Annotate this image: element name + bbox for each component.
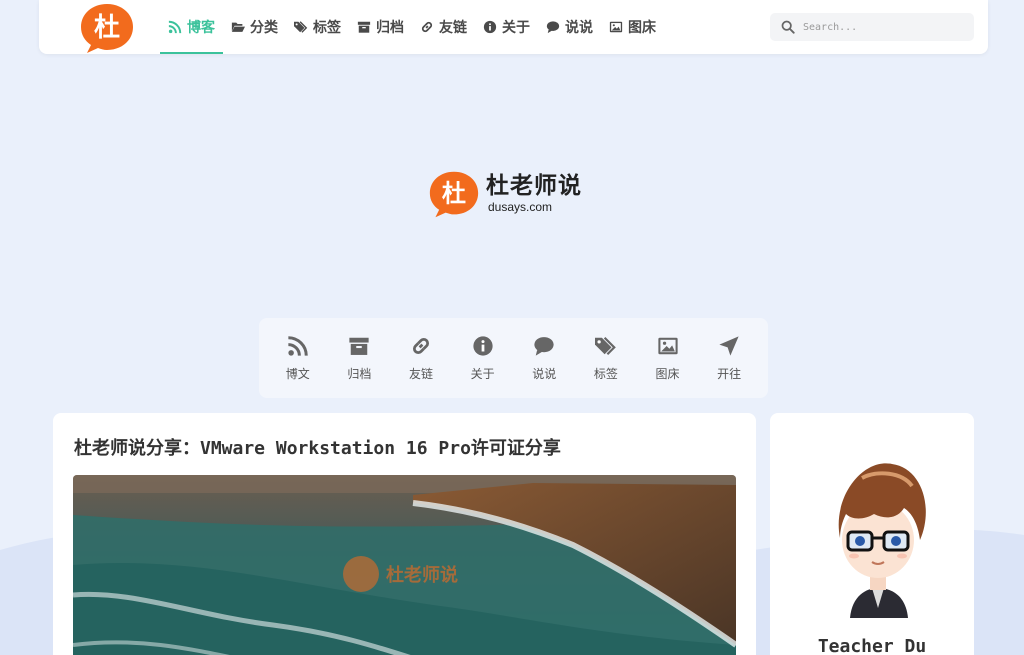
profile-card: Teacher Du xyxy=(770,413,974,655)
nav-item-blog[interactable]: 博客 xyxy=(160,0,223,54)
quick-link-label: 说说 xyxy=(532,366,557,381)
info-circle-icon xyxy=(483,20,497,34)
post-title[interactable]: 杜老师说分享：VMware Workstation 16 Pro许可证分享 xyxy=(74,434,561,460)
search-input[interactable] xyxy=(803,21,963,33)
quick-link-label: 友链 xyxy=(409,366,434,381)
nav-item-label: 分类 xyxy=(250,20,278,36)
nav-item-about[interactable]: 关于 xyxy=(475,0,538,54)
quick-link-friends[interactable]: 友链 xyxy=(390,335,452,382)
quick-link-tags[interactable]: 标签 xyxy=(575,335,637,382)
rss-icon xyxy=(168,20,182,34)
hero-logo: 杜 杜老师说 dusays.com xyxy=(428,168,603,220)
quick-link-label: 图床 xyxy=(655,366,680,381)
info-circle-icon xyxy=(473,335,493,356)
quick-link-image-host[interactable]: 图床 xyxy=(637,335,699,382)
quick-links-bar: 博文 归档 友链 关于 说说 标签 图床 开往 xyxy=(259,318,768,398)
tags-icon xyxy=(594,336,616,355)
hero-logo-char: 杜 xyxy=(442,179,466,207)
quick-link-label: 归档 xyxy=(347,366,372,381)
hero-title: 杜老师说 xyxy=(486,173,582,199)
site-logo[interactable]: 杜 xyxy=(79,2,135,54)
nav-item-label: 博客 xyxy=(187,20,215,36)
profile-name: Teacher Du xyxy=(817,636,927,655)
image-watermark: 杜老师说 xyxy=(386,564,458,586)
paper-plane-icon xyxy=(719,335,739,356)
nav-item-archive[interactable]: 归档 xyxy=(349,0,412,54)
nav-item-label: 标签 xyxy=(313,20,341,36)
image-icon xyxy=(609,21,623,33)
rss-icon xyxy=(288,335,308,356)
quick-link-archive[interactable]: 归档 xyxy=(329,335,391,382)
image-icon xyxy=(657,337,678,354)
comment-icon xyxy=(546,21,560,34)
link-icon xyxy=(421,21,433,33)
nav-item-categories[interactable]: 分类 xyxy=(223,0,286,54)
post-card: 杜老师说分享：VMware Workstation 16 Pro许可证分享 杜老… xyxy=(53,413,756,655)
tags-icon xyxy=(294,21,308,33)
nav-item-talks[interactable]: 说说 xyxy=(538,0,601,54)
folder-open-icon xyxy=(231,22,245,32)
hero-logo-badge: 杜 xyxy=(429,171,479,218)
main-nav: 博客 分类 标签 归档 友链 关于 说说 图床 xyxy=(160,0,664,54)
hero-subtitle: dusays.com xyxy=(488,200,553,214)
post-cover-image[interactable]: 杜老师说 xyxy=(73,475,736,655)
nav-item-label: 归档 xyxy=(376,20,404,36)
link-icon xyxy=(413,337,430,354)
nav-item-label: 关于 xyxy=(502,20,530,36)
quick-link-talks[interactable]: 说说 xyxy=(514,335,576,382)
quick-link-label: 开往 xyxy=(717,366,742,381)
quick-link-posts[interactable]: 博文 xyxy=(267,335,329,382)
nav-item-label: 友链 xyxy=(439,20,467,36)
quick-link-travel[interactable]: 开往 xyxy=(698,335,760,382)
site-logo-text: 杜 xyxy=(94,13,120,43)
nav-item-tags[interactable]: 标签 xyxy=(286,0,349,54)
quick-link-label: 标签 xyxy=(593,366,618,381)
quick-link-label: 博文 xyxy=(285,366,310,381)
avatar[interactable] xyxy=(822,458,934,618)
search-box[interactable] xyxy=(770,13,974,41)
quick-link-label: 关于 xyxy=(470,366,495,381)
nav-item-friends[interactable]: 友链 xyxy=(412,0,475,54)
nav-item-image-host[interactable]: 图床 xyxy=(601,0,664,54)
quick-link-about[interactable]: 关于 xyxy=(452,335,514,382)
archive-icon xyxy=(357,21,371,33)
nav-item-label: 说说 xyxy=(565,20,593,36)
nav-item-label: 图床 xyxy=(628,20,656,36)
top-navbar: 杜 博客 分类 标签 归档 友链 关于 说说 图床 Search... xyxy=(39,0,988,54)
comment-icon xyxy=(534,336,554,356)
archive-icon xyxy=(349,337,370,355)
search-icon xyxy=(781,20,795,34)
